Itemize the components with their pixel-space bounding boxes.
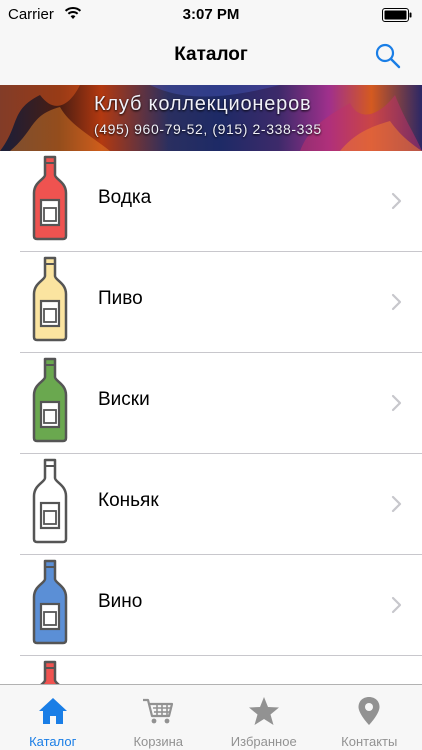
chevron-right-icon [391,293,402,311]
catalog-row[interactable]: Пиво [0,252,422,353]
tab-catalog[interactable]: Каталог [0,685,106,750]
page-title: Каталог [174,44,248,65]
star-icon [248,697,279,725]
bottle-icon [32,155,68,241]
search-icon[interactable] [374,42,402,70]
catalog-row-label: Коньяк [98,490,159,511]
promo-banner[interactable]: Клуб коллекционеров (495) 960-79-52, (91… [0,85,422,151]
banner-phone-numbers: (495) 960-79-52, (915) 2-338-335 [94,121,322,137]
tab-contacts[interactable]: Контакты [317,685,422,750]
tab-bar: Каталог Корзина Избранное Контакты [0,684,422,750]
catalog-row-label: Виски [98,389,150,410]
tab-cart[interactable]: Корзина [106,685,212,750]
bottle-icon [40,660,60,684]
chevron-right-icon [391,596,402,614]
cart-icon [143,698,174,724]
bottle-icon [32,458,68,544]
catalog-row-label: Вино [98,591,143,612]
chevron-right-icon [391,495,402,513]
catalog-row[interactable]: Вино [0,555,422,656]
battery-icon [382,8,412,22]
catalog-row[interactable]: Водка [0,151,422,252]
tab-label: Контакты [341,734,398,749]
navigation-bar: Каталог [0,30,422,85]
catalog-row[interactable] [0,656,422,684]
tab-label: Каталог [29,734,77,749]
catalog-row[interactable]: Коньяк [0,454,422,555]
tab-label: Избранное [230,734,297,749]
bottle-icon [32,357,68,443]
chevron-right-icon [391,192,402,210]
status-time: 3:07 PM [182,6,240,23]
status-bar: Carrier 3:07 PM [0,0,422,30]
catalog-list: Водка Пиво Виски Коньяк Вино [0,151,422,684]
tab-label: Корзина [133,734,184,749]
bottle-icon [32,256,68,342]
banner-title: Клуб коллекционеров [94,93,312,115]
catalog-row[interactable]: Виски [0,353,422,454]
catalog-row-label: Водка [98,187,152,208]
tab-favorites[interactable]: Избранное [211,685,317,750]
chevron-right-icon [391,394,402,412]
catalog-row-label: Пиво [98,288,143,309]
location-pin-icon [358,697,380,725]
home-icon [38,698,67,724]
bottle-icon [32,559,68,645]
